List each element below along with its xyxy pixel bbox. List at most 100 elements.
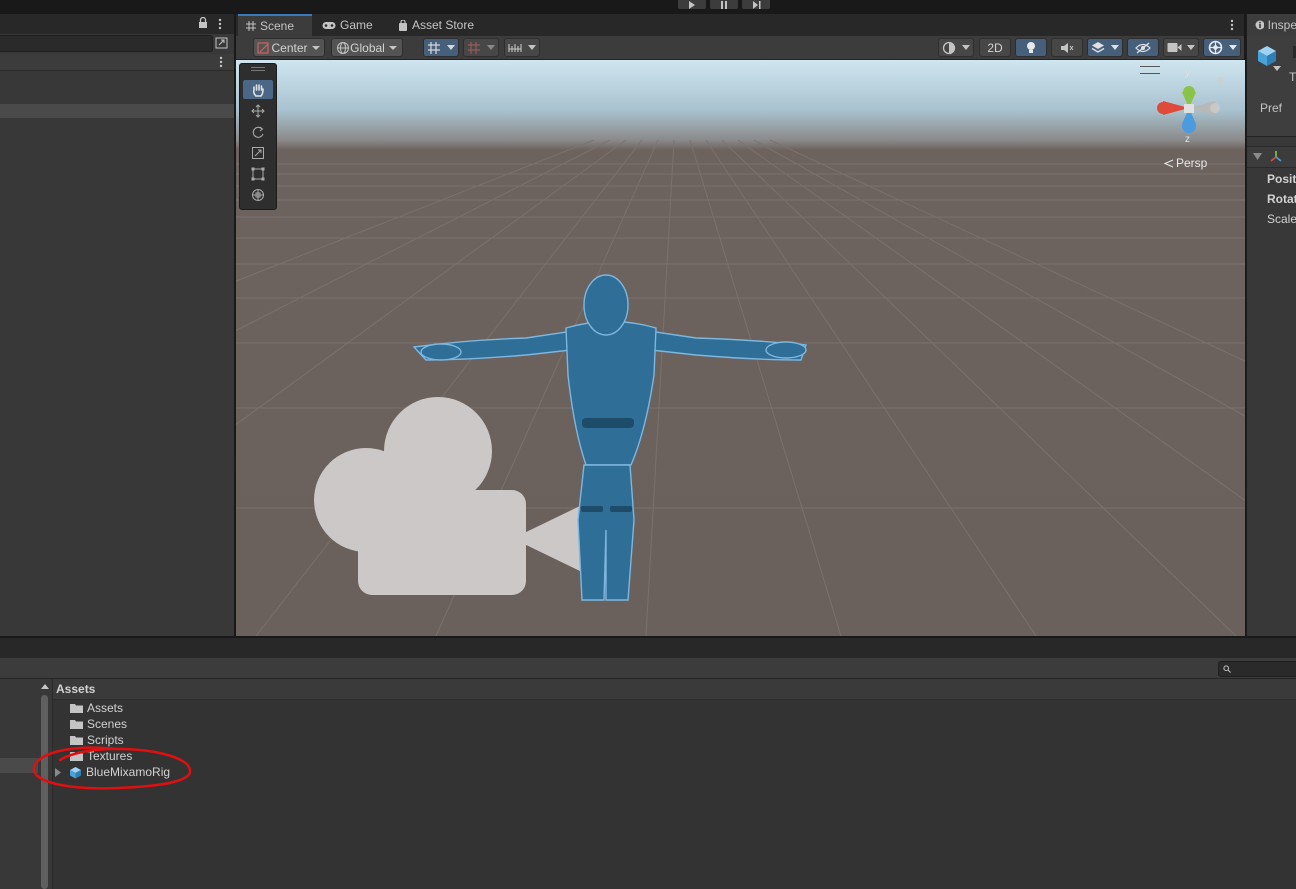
- camera-settings-dropdown[interactable]: [1163, 38, 1199, 57]
- shopping-bag-icon: [399, 19, 407, 31]
- position-label: Posit: [1267, 172, 1296, 186]
- tab-label: Game: [340, 18, 373, 32]
- space-dropdown[interactable]: Global: [331, 38, 403, 57]
- hierarchy-panel: [0, 14, 234, 636]
- projection-toggle[interactable]: Persp: [1164, 156, 1207, 170]
- rect-tool-button[interactable]: [243, 164, 273, 183]
- folder-icon: [70, 719, 83, 729]
- project-tab-bar: [0, 638, 1296, 658]
- grid-snap-toggle[interactable]: [423, 38, 459, 57]
- rect-transform-icon: [251, 167, 265, 180]
- eye-hidden-icon: [1135, 42, 1151, 53]
- tab-inspector[interactable]: Inspe: [1247, 14, 1296, 36]
- chevron-down-icon: [388, 45, 397, 50]
- hierarchy-header: [0, 54, 234, 71]
- scale-icon: [252, 146, 264, 159]
- project-toolbar: [0, 658, 1296, 679]
- inspector-tab-label: Inspe: [1267, 18, 1296, 32]
- projection-label: Persp: [1176, 156, 1208, 170]
- play-button[interactable]: [678, 0, 706, 9]
- chevron-down-icon: [311, 45, 320, 50]
- transform-component-header[interactable]: [1247, 146, 1296, 168]
- increment-snap-toggle[interactable]: [463, 38, 499, 57]
- audio-toggle[interactable]: [1051, 38, 1083, 57]
- drag-handle[interactable]: [251, 67, 265, 71]
- prefab-cube-icon: [1258, 46, 1276, 66]
- info-icon: [1255, 20, 1264, 30]
- scale-label: Scale: [1267, 212, 1296, 226]
- shaded-sphere-icon: [942, 41, 956, 54]
- chevron-down-icon: [1111, 45, 1119, 50]
- ruler-icon: [508, 43, 522, 52]
- list-item-scenes[interactable]: Scenes: [70, 716, 127, 732]
- hierarchy-tab-bar: [0, 14, 234, 34]
- play-toolbar: [0, 0, 1296, 14]
- kebab-menu-icon[interactable]: [219, 56, 223, 68]
- move-tool-button[interactable]: [243, 101, 273, 120]
- scene-tab-bar: Scene Game Asset Store: [236, 14, 1244, 36]
- tab-asset-store[interactable]: Asset Store: [390, 14, 484, 36]
- grid-icon: [246, 21, 256, 31]
- scroll-up-arrow-icon[interactable]: [41, 684, 49, 689]
- speaker-muted-icon: [1061, 42, 1074, 53]
- lock-icon[interactable]: [198, 17, 208, 29]
- draw-mode-dropdown[interactable]: [938, 38, 974, 57]
- transform-icon: [252, 188, 264, 201]
- chevron-down-icon: [1187, 45, 1195, 50]
- hand-tool-button[interactable]: [243, 80, 273, 99]
- lighting-toggle[interactable]: [1015, 38, 1047, 57]
- globe-icon: [337, 41, 350, 54]
- annotation-circle: [32, 746, 192, 790]
- toggle-2d-label: 2D: [987, 40, 1003, 55]
- ruler-snap-toggle[interactable]: [504, 38, 540, 57]
- grid-snap-icon: [428, 41, 440, 54]
- chevron-down-icon: [962, 45, 970, 50]
- project-search-input[interactable]: [1218, 661, 1296, 677]
- hand-icon: [252, 83, 264, 97]
- pivot-center-icon: [257, 42, 270, 54]
- move-icon: [251, 103, 265, 118]
- foldout-arrow-icon: [1253, 153, 1262, 160]
- character-model[interactable]: [406, 270, 826, 610]
- step-button[interactable]: [742, 0, 770, 9]
- gizmos-dropdown[interactable]: [1203, 38, 1241, 57]
- tab-scene[interactable]: Scene: [238, 14, 312, 36]
- rotate-tool-button[interactable]: [243, 122, 273, 141]
- scene-toolbar: Center Global 2D: [236, 36, 1244, 60]
- transform-axes-icon: [1270, 151, 1282, 162]
- perspective-icon: [1164, 159, 1174, 167]
- project-assets-list: Assets Assets Scenes Scripts Textures Bl…: [53, 679, 1296, 889]
- scene-visibility-icon[interactable]: [215, 37, 228, 49]
- transform-tool-button[interactable]: [243, 185, 273, 204]
- light-bulb-icon: [1027, 41, 1035, 53]
- scale-tool-button[interactable]: [243, 143, 273, 162]
- chevron-down-icon: [487, 45, 495, 50]
- rotation-label: Rotat: [1267, 192, 1296, 206]
- pivot-dropdown[interactable]: Center: [253, 38, 325, 57]
- hierarchy-search-input[interactable]: [0, 35, 213, 52]
- inspector-panel: Inspe T Pref Posit Rotat Scale: [1246, 14, 1296, 636]
- kebab-menu-icon[interactable]: [1230, 19, 1234, 31]
- rotate-icon: [252, 126, 264, 138]
- scene-viewport[interactable]: y z Persp: [236, 60, 1245, 636]
- hierarchy-selected-row[interactable]: [0, 104, 234, 118]
- layers-icon: [1091, 41, 1105, 53]
- pivot-label: Center: [271, 40, 308, 55]
- chevron-down-icon: [447, 45, 455, 50]
- chevron-down-icon[interactable]: [1273, 66, 1281, 71]
- pause-button[interactable]: [710, 0, 738, 9]
- step-icon: [753, 1, 761, 9]
- pause-icon: [721, 1, 727, 9]
- increment-snap-icon: [468, 41, 480, 54]
- gamepad-icon: [322, 21, 336, 29]
- kebab-menu-icon[interactable]: [218, 18, 222, 30]
- effects-dropdown[interactable]: [1087, 38, 1123, 57]
- object-name-field[interactable]: T: [1289, 70, 1296, 84]
- toggle-2d-button[interactable]: 2D: [979, 38, 1011, 57]
- chevron-down-icon: [528, 45, 536, 50]
- list-item-assets[interactable]: Assets: [70, 700, 123, 716]
- tab-game[interactable]: Game: [314, 14, 386, 36]
- play-icon: [689, 1, 695, 9]
- breadcrumb-item[interactable]: Assets: [56, 682, 95, 696]
- scene-visibility-toggle[interactable]: [1127, 38, 1159, 57]
